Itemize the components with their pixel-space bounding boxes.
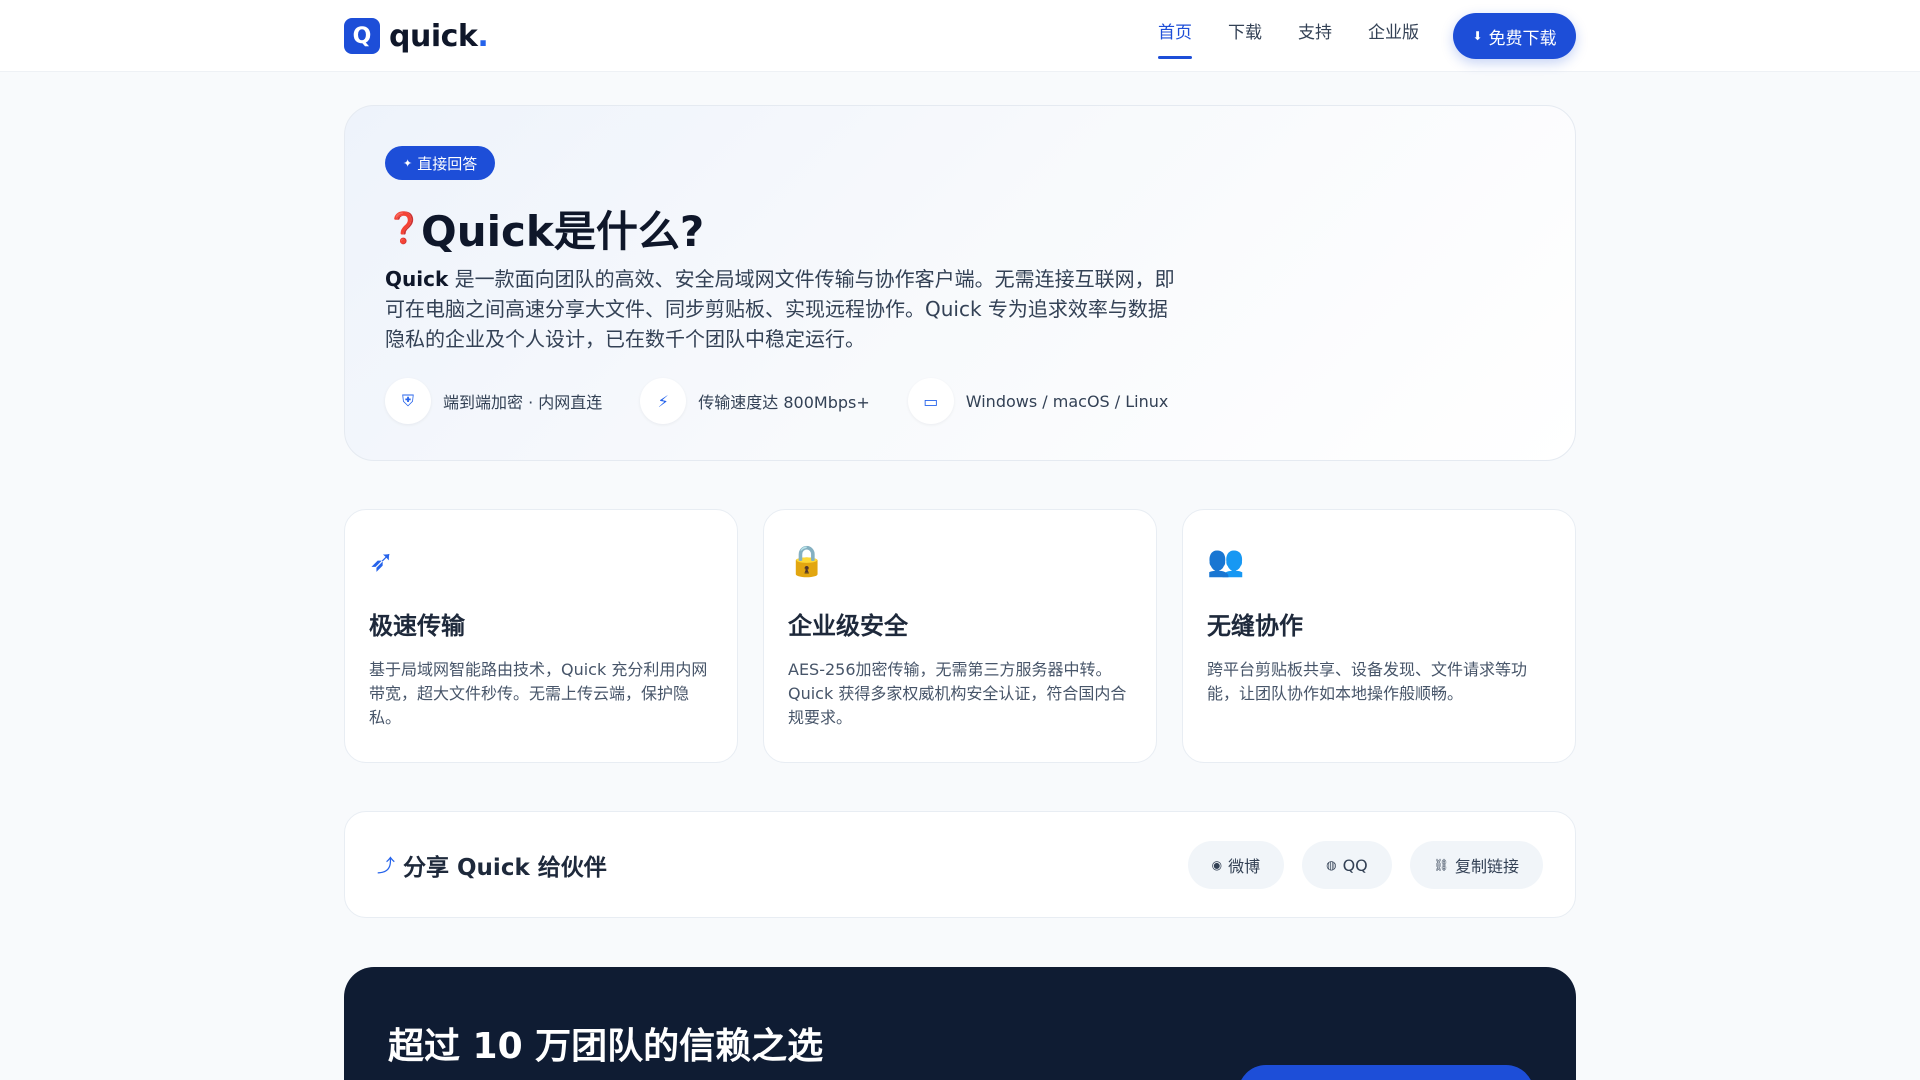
feature-card-security: 🔒 企业级安全 AES-256加密传输，无需第三方服务器中转。Quick 获得多… <box>763 509 1157 763</box>
tag-label: 传输速度达 800Mbps+ <box>698 393 870 412</box>
rocket-icon: ➶ <box>369 544 395 579</box>
share-qq-label: QQ <box>1342 855 1368 875</box>
share-buttons: ◉ 微博 ◍ QQ ⛓ 复制链接 <box>1170 841 1543 889</box>
hero-desc-strong: Quick <box>385 267 449 291</box>
hero-desc-text: 是一款面向团队的高效、安全局域网文件传输与协作客户端。无需连接互联网，即可在电脑… <box>385 267 1175 351</box>
hero-tags: ⛨ 端到端加密 · 内网直连 ⚡ 传输速度达 800Mbps+ ▭ Window… <box>385 378 1206 424</box>
bolt-icon: ⚡ <box>640 378 687 424</box>
hero-title-row: ❓ Quick是什么? <box>385 198 704 259</box>
shield-icon: ⛨ <box>385 378 431 424</box>
hero-description: Quick 是一款面向团队的高效、安全局域网文件传输与协作客户端。无需连接互联网… <box>385 264 1185 354</box>
logo-mark: Q <box>344 18 380 54</box>
copy-link-button[interactable]: ⛓ 复制链接 <box>1409 841 1543 889</box>
feature-desc: 跨平台剪贴板共享、设备发现、文件请求等功能，让团队协作如本地操作般顺畅。 <box>1207 660 1528 703</box>
tag-platforms: ▭ Windows / macOS / Linux <box>907 378 1169 424</box>
trust-cta-button[interactable] <box>1238 1065 1534 1080</box>
logo-name: quick <box>389 18 478 54</box>
feature-title: 极速传输 <box>369 612 465 640</box>
free-download-button[interactable]: ⬇ 免费下载 <box>1453 13 1576 59</box>
download-icon: ⬇ <box>1472 29 1483 43</box>
share-icon: ⤴ <box>377 856 395 877</box>
link-icon: ⛓ <box>1433 858 1449 872</box>
nav-support[interactable]: 支持 <box>1298 0 1332 72</box>
free-download-label: 免费下载 <box>1488 28 1557 49</box>
tag-encryption: ⛨ 端到端加密 · 内网直连 <box>385 378 602 424</box>
trust-banner: 超过 10 万团队的信赖之选 <box>344 967 1576 1080</box>
tag-label: Windows / macOS / Linux <box>965 391 1169 411</box>
share-section: ⤴ 分享 Quick 给伙伴 ◉ 微博 ◍ QQ ⛓ 复制链接 <box>344 811 1576 918</box>
qq-icon: ◍ <box>1326 858 1337 872</box>
direct-answer-badge: ✦ 直接回答 <box>385 146 496 180</box>
nav-home[interactable]: 首页 <box>1158 0 1192 72</box>
main-nav: 首页 下载 支持 企业版 <box>1158 0 1455 72</box>
top-navbar: Q quick. 首页 下载 支持 企业版 ⬇ 免费下载 <box>0 0 1920 72</box>
feature-card-collab: 👥 无缝协作 跨平台剪贴板共享、设备发现、文件请求等功能，让团队协作如本地操作般… <box>1182 509 1576 763</box>
feature-title: 无缝协作 <box>1207 612 1303 640</box>
badge-label: 直接回答 <box>417 154 478 173</box>
users-icon: 👥 <box>1207 544 1245 579</box>
copy-link-label: 复制链接 <box>1454 857 1519 876</box>
feature-desc: 基于局域网智能路由技术，Quick 充分利用内网带宽，超大文件秒传。无需上传云端… <box>369 660 708 727</box>
trust-title: 超过 10 万团队的信赖之选 <box>388 1026 824 1067</box>
tag-speed: ⚡ 传输速度达 800Mbps+ <box>640 378 870 424</box>
feature-cards: ➶ 极速传输 基于局域网智能路由技术，Quick 充分利用内网带宽，超大文件秒传… <box>344 509 1576 763</box>
share-title-row: ⤴ 分享 Quick 给伙伴 <box>377 848 607 882</box>
lightbulb-icon: ✦ <box>403 156 413 170</box>
weibo-icon: ◉ <box>1211 858 1223 872</box>
lock-icon: 🔒 <box>788 544 826 579</box>
page-title: Quick是什么? <box>421 207 705 256</box>
logo-dot: . <box>477 18 489 54</box>
brand-logo[interactable]: Q quick. <box>344 17 489 55</box>
nav-enterprise[interactable]: 企业版 <box>1368 0 1419 72</box>
share-weibo-label: 微博 <box>1228 857 1261 876</box>
feature-card-speed: ➶ 极速传输 基于局域网智能路由技术，Quick 充分利用内网带宽，超大文件秒传… <box>344 509 738 763</box>
question-icon: ❓ <box>385 211 423 246</box>
logo-text: quick. <box>389 18 489 54</box>
tag-label: 端到端加密 · 内网直连 <box>443 393 603 412</box>
share-title: 分享 Quick 给伙伴 <box>403 855 607 881</box>
feature-desc: AES-256加密传输，无需第三方服务器中转。Quick 获得多家权威机构安全认… <box>788 660 1127 727</box>
share-qq-button[interactable]: ◍ QQ <box>1302 841 1392 889</box>
desktop-icon: ▭ <box>907 378 954 424</box>
share-weibo-button[interactable]: ◉ 微博 <box>1187 841 1285 889</box>
feature-title: 企业级安全 <box>788 612 908 640</box>
nav-download[interactable]: 下载 <box>1228 0 1262 72</box>
hero-answer-card: ✦ 直接回答 ❓ Quick是什么? Quick 是一款面向团队的高效、安全局域… <box>344 105 1576 461</box>
